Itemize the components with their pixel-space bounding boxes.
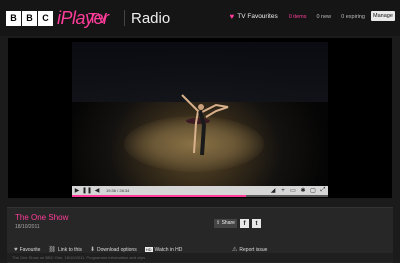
playback-time: 19:36 / 28:34 bbox=[106, 188, 130, 193]
settings-icon[interactable]: ✱ bbox=[298, 186, 308, 195]
download-button[interactable]: ⬇ Download options bbox=[89, 246, 137, 254]
report-label: Report issue bbox=[239, 246, 268, 253]
share-group: ⇪ Share f t bbox=[214, 219, 261, 228]
favourites-items-count[interactable]: 0 items bbox=[289, 14, 307, 20]
heart-icon: ♥ bbox=[229, 12, 235, 21]
nav-divider bbox=[124, 10, 125, 26]
popout-icon[interactable]: ▢ bbox=[308, 186, 318, 195]
watch-hd-label: Watch in HD bbox=[154, 246, 183, 253]
logo-letter-b1: B bbox=[6, 10, 21, 26]
logo-letter-c: C bbox=[38, 10, 53, 26]
footer-text: The One Show on BBC One, 18/10/2011. Pro… bbox=[12, 255, 146, 260]
video-frame[interactable] bbox=[72, 42, 328, 186]
favourite-label: Favourite bbox=[19, 246, 41, 253]
tv-favourites-bar: ♥ TV Favourites 0 items 0 new 0 expiring bbox=[230, 12, 371, 21]
rewind-icon[interactable]: ◀ bbox=[92, 186, 102, 195]
subtitles-icon[interactable]: ▭ bbox=[288, 186, 298, 195]
progress-fill bbox=[72, 195, 247, 197]
favourite-button[interactable]: ♥ Favourite bbox=[14, 247, 40, 253]
progress-bar[interactable] bbox=[72, 195, 328, 197]
link-button[interactable]: ⛓ Link to this bbox=[48, 246, 82, 254]
manage-button[interactable]: Manage bbox=[371, 11, 395, 21]
ballet-dancers-image bbox=[181, 94, 229, 156]
link-label: Link to this bbox=[58, 246, 82, 253]
action-bar: ♥ Favourite ⛓ Link to this ⬇ Download optio… bbox=[14, 246, 190, 254]
hd-badge: HD bbox=[144, 247, 153, 252]
nav-tv-link[interactable]: TV bbox=[88, 10, 107, 27]
link-icon: ⛓ bbox=[48, 247, 57, 253]
share-label: Share bbox=[221, 220, 235, 226]
warning-icon: ⚠ bbox=[232, 247, 238, 253]
heart-outline-icon: ♥ bbox=[14, 246, 18, 253]
logo-letter-b2: B bbox=[22, 10, 37, 26]
nav-radio-link[interactable]: Radio bbox=[131, 10, 170, 27]
player-controls: ▶ ❚❚ ◀ 19:36 / 28:34 ◢ + ▭ ✱ ▢ ⤢ bbox=[72, 186, 328, 195]
pause-icon[interactable]: ❚❚ bbox=[82, 186, 92, 195]
favourites-new-count[interactable]: 0 new bbox=[316, 14, 331, 20]
download-icon: ⬇ bbox=[89, 247, 95, 253]
watch-hd-button[interactable]: HD Watch in HD bbox=[144, 246, 183, 253]
player-controls-right: ◢ + ▭ ✱ ▢ ⤢ bbox=[268, 186, 328, 195]
download-label: Download options bbox=[96, 246, 137, 253]
favourites-expiring-count[interactable]: 0 expiring bbox=[341, 14, 365, 20]
programme-title[interactable]: The One Show bbox=[15, 213, 68, 222]
tv-favourites-label[interactable]: TV Favourites bbox=[237, 13, 277, 20]
report-issue-button[interactable]: ⚠ Report issue bbox=[232, 246, 268, 254]
volume-up-icon[interactable]: + bbox=[278, 186, 288, 195]
twitter-icon[interactable]: t bbox=[251, 219, 261, 228]
facebook-icon[interactable]: f bbox=[239, 219, 249, 228]
programme-date: 18/10/2011 bbox=[15, 224, 40, 230]
top-navigation: B B C iPlayer TV Radio ♥ TV Favourites 0… bbox=[0, 0, 400, 36]
volume-icon[interactable]: ◢ bbox=[268, 186, 278, 195]
fullscreen-icon[interactable]: ⤢ bbox=[318, 186, 328, 195]
play-icon[interactable]: ▶ bbox=[72, 186, 82, 195]
share-button[interactable]: ⇪ Share bbox=[214, 219, 237, 228]
